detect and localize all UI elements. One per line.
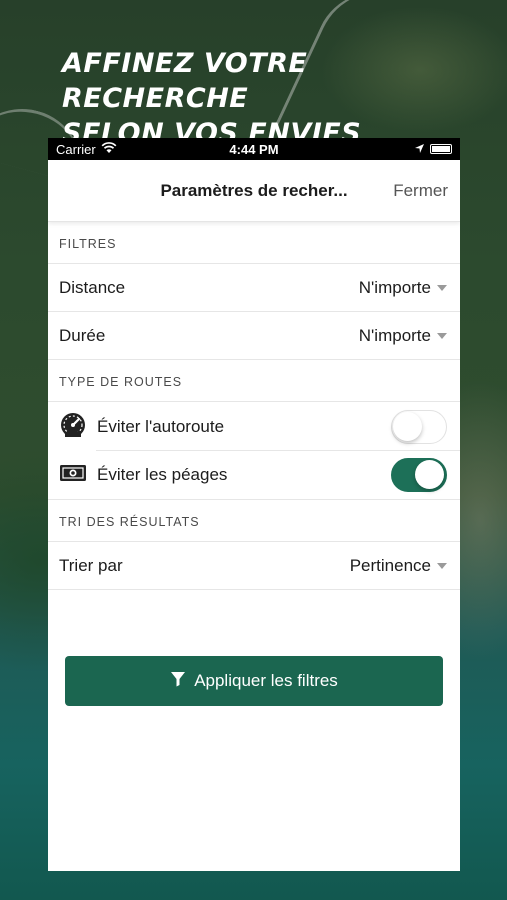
filter-icon: [170, 671, 186, 692]
chevron-down-icon: [437, 285, 447, 291]
avoid-highway-toggle[interactable]: [391, 409, 447, 444]
avoid-highway-label: Éviter l'autoroute: [97, 416, 225, 436]
headline-line-1: AFFINEZ VOTRE RECHERCHE: [62, 48, 308, 114]
distance-label: Distance: [59, 277, 126, 297]
close-button[interactable]: Fermer: [393, 181, 448, 201]
wifi-icon: [101, 141, 117, 157]
distance-select[interactable]: N'importe: [359, 278, 447, 298]
location-arrow-icon: [414, 142, 425, 157]
duration-value: N'importe: [358, 325, 431, 345]
sort-row[interactable]: Trier par Pertinence: [48, 542, 460, 590]
sort-label: Trier par: [59, 555, 123, 575]
avoid-tolls-toggle[interactable]: [391, 458, 447, 492]
avoid-tolls-label: Éviter les péages: [97, 465, 228, 484]
section-header-routes: TYPE DE ROUTES: [48, 360, 460, 402]
duration-select[interactable]: N'importe: [359, 326, 447, 346]
duration-row[interactable]: Durée N'importe: [48, 312, 460, 360]
duration-label: Durée: [59, 325, 106, 345]
status-bar: Carrier 4:44 PM: [48, 138, 460, 160]
sort-value: Pertinence: [349, 555, 431, 575]
battery-icon: [429, 144, 452, 154]
speedometer-icon: [59, 411, 87, 442]
chevron-down-icon: [437, 333, 447, 339]
avoid-highway-row: Éviter l'autoroute: [48, 402, 460, 451]
page-title: Paramètres de recher...: [160, 180, 348, 200]
chevron-down-icon: [437, 563, 447, 569]
distance-value: N'importe: [358, 277, 431, 297]
phone-screen: Carrier 4:44 PM Paramètres de recher... …: [48, 138, 460, 871]
clock: 4:44 PM: [229, 141, 279, 157]
navigation-bar: Paramètres de recher... Fermer: [48, 160, 460, 222]
carrier-label: Carrier: [56, 141, 96, 157]
apply-filters-button[interactable]: Appliquer les filtres: [65, 656, 443, 706]
section-header-sort: TRI DES RÉSULTATS: [48, 500, 460, 542]
section-header-filters: FILTRES: [48, 222, 460, 264]
sort-select[interactable]: Pertinence: [350, 556, 447, 576]
apply-filters-label: Appliquer les filtres: [194, 671, 338, 690]
distance-row[interactable]: Distance N'importe: [48, 264, 460, 312]
cash-icon: [59, 462, 87, 489]
avoid-tolls-row: Éviter les péages: [48, 451, 460, 500]
promo-headline: AFFINEZ VOTRE RECHERCHE SELON VOS ENVIES: [62, 46, 482, 151]
